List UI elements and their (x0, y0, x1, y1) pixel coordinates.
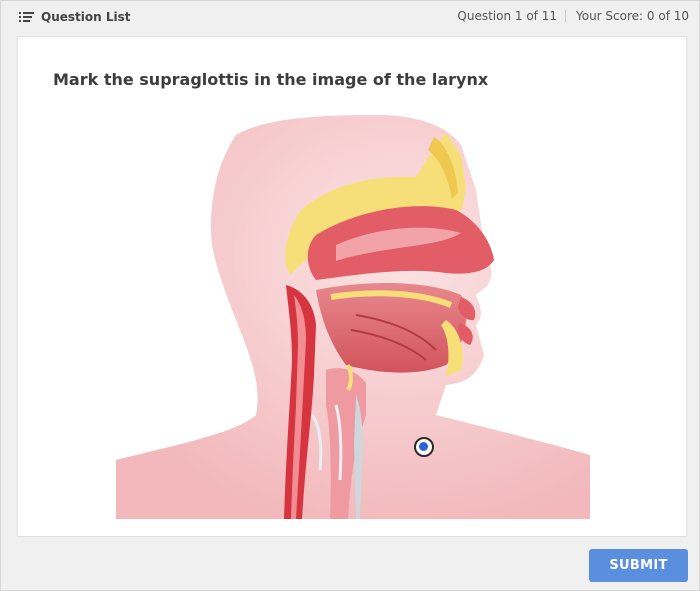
larynx-illustration (116, 115, 590, 519)
question-progress: Question 1 of 11 (457, 9, 557, 23)
top-bar: Question List Question 1 of 11 Your Scor… (1, 1, 699, 33)
score-text: Your Score: 0 of 10 (576, 9, 689, 23)
list-icon (19, 11, 34, 23)
status-bar: Question 1 of 11 Your Score: 0 of 10 (457, 9, 689, 23)
placed-marker-pin[interactable] (414, 437, 434, 457)
question-list-button[interactable]: Question List (19, 7, 130, 27)
quiz-window: Question List Question 1 of 11 Your Scor… (0, 0, 700, 591)
larynx-image[interactable] (116, 115, 590, 519)
submit-button[interactable]: SUBMIT (589, 549, 688, 582)
question-list-label: Question List (41, 10, 131, 24)
status-divider (565, 10, 566, 22)
question-card: Mark the supraglottis in the image of th… (17, 36, 687, 537)
question-prompt: Mark the supraglottis in the image of th… (53, 70, 489, 89)
